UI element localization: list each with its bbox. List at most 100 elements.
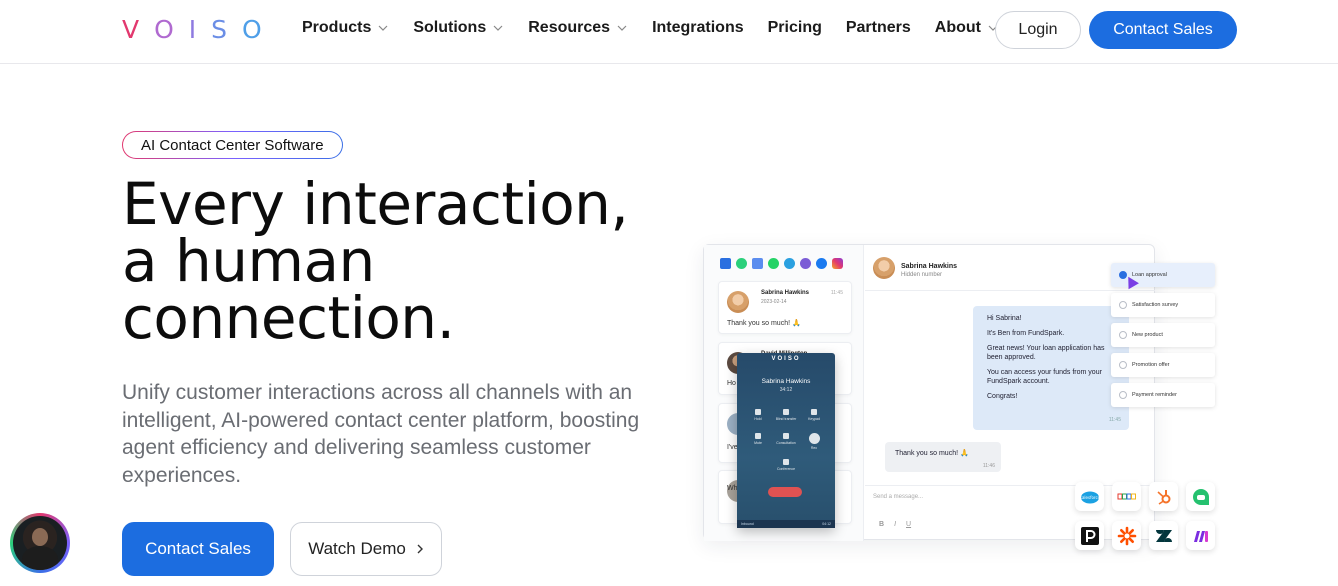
radio-icon <box>1119 391 1127 399</box>
incoming-message: Thank you so much! 🙏 11:46 <box>885 442 1001 472</box>
pipedrive-icon <box>1075 521 1104 550</box>
phone-button-label: Conference <box>776 467 796 471</box>
phone-button-label: Consultation <box>776 441 796 445</box>
bold-button[interactable]: B <box>879 521 884 528</box>
message-time: 11:46 <box>982 463 995 469</box>
phone-button-label: Blind transfer <box>775 417 797 421</box>
conversation-item[interactable]: Sabrina Hawkins 2023-02-14 11:45 Thank y… <box>718 281 852 334</box>
phone-button-label: Keypad <box>808 417 820 421</box>
message-preview: Ho <box>727 380 736 387</box>
logo-letter: I <box>188 15 197 44</box>
nav-item-partners[interactable]: Partners <box>846 19 911 37</box>
hero-subtitle: Unify customer interactions across all c… <box>122 381 640 487</box>
nav-item-solutions[interactable]: Solutions <box>413 19 504 37</box>
avatar <box>727 291 749 313</box>
keypad-icon <box>811 409 817 415</box>
chat-agent-avatar[interactable] <box>10 513 70 573</box>
softphone-footer: Inbound 04:12 <box>737 520 835 528</box>
nav-item-pricing[interactable]: Pricing <box>768 19 822 37</box>
salesforce-logo-text: salesforce <box>1080 495 1100 500</box>
record-icon <box>808 433 820 444</box>
zoho-logo <box>1117 493 1136 499</box>
agent-photo <box>13 516 67 570</box>
outgoing-message: Hi Sabrina! It's Ben from FundSpark. Gre… <box>973 306 1129 430</box>
contact-date: 2023-02-14 <box>761 299 787 305</box>
message-line: It's Ben from FundSpark. <box>987 330 1065 337</box>
login-button[interactable]: Login <box>995 11 1081 49</box>
hero-title-line: a human <box>122 227 375 295</box>
contact-name: Sabrina Hawkins <box>761 290 810 296</box>
salesforce-logo: salesforce <box>1080 491 1100 503</box>
zapier-icon <box>1112 521 1141 550</box>
format-toolbar: B I U <box>879 521 911 528</box>
call-direction: Inbound <box>741 522 754 526</box>
freshdesk-icon <box>1186 482 1215 511</box>
nav-item-label: Pricing <box>767 19 822 36</box>
chevron-right-icon <box>417 544 423 554</box>
conference-icon <box>783 459 789 465</box>
make-icon <box>1186 521 1215 550</box>
messenger-icon <box>816 258 827 269</box>
chat-contact-status: Hidden number <box>901 272 943 278</box>
underline-button[interactable]: U <box>906 521 911 528</box>
message-preview: Wh <box>727 485 738 492</box>
phone-button-label: Mute <box>754 441 762 445</box>
consultation-button[interactable]: Consultation <box>775 433 797 445</box>
record-button[interactable]: Rec <box>803 433 825 450</box>
channel-icons <box>720 258 843 269</box>
hold-button[interactable]: Hold <box>747 409 769 421</box>
option-label: Satisfaction survey <box>1132 302 1179 308</box>
nav-item-label: Products <box>302 19 372 36</box>
logo-letter: O <box>154 15 174 44</box>
softphone-widget: VOISO Sabrina Hawkins 34:12 Hold Blind t… <box>737 353 835 528</box>
nav-item-about[interactable]: About <box>935 19 999 37</box>
telegram-icon <box>784 258 795 269</box>
message-time: 11:45 <box>830 290 843 296</box>
italic-button[interactable]: I <box>894 521 896 528</box>
consultation-icon <box>783 433 789 439</box>
hang-up-button[interactable] <box>768 487 802 497</box>
top-navigation: V O I S O Products Solutions Resources I… <box>0 0 1338 64</box>
zoho-icon <box>1112 482 1141 511</box>
message-preview: Thank you so much! 🙏 <box>727 320 801 327</box>
hero-title-line: Every interaction, <box>122 170 629 238</box>
pause-icon <box>755 409 761 415</box>
chevron-down-icon <box>617 25 627 31</box>
logo-letter: S <box>211 15 228 44</box>
nav-item-label: Resources <box>528 19 611 36</box>
nav-item-products[interactable]: Products <box>302 19 389 37</box>
compose-placeholder: Send a message... <box>873 494 924 500</box>
option-label: Payment reminder <box>1132 392 1177 398</box>
message-line: You can access your funds from your Fund… <box>987 369 1102 385</box>
hero-title-line: connection. <box>122 284 455 352</box>
nav-item-label: Integrations <box>652 19 744 36</box>
template-option[interactable]: New product <box>1111 323 1215 347</box>
contact-sales-button[interactable]: Contact Sales <box>122 522 274 576</box>
nav-item-resources[interactable]: Resources <box>528 19 628 37</box>
watch-demo-button[interactable]: Watch Demo <box>290 522 442 576</box>
sms-icon <box>736 258 747 269</box>
conference-button[interactable]: Conference <box>775 459 797 471</box>
softphone-logo: VOISO <box>771 356 801 362</box>
phone-icon <box>720 258 731 269</box>
radio-icon <box>1119 331 1127 339</box>
voiso-logo[interactable]: V O I S O <box>122 15 262 44</box>
keypad-button[interactable]: Keypad <box>803 409 825 421</box>
template-option[interactable]: Payment reminder <box>1111 383 1215 407</box>
nav-menu: Products Solutions Resources Integration… <box>302 19 1023 37</box>
template-option[interactable]: Promotion offer <box>1111 353 1215 377</box>
whatsapp-icon <box>768 258 779 269</box>
mute-button[interactable]: Mute <box>747 433 769 445</box>
microphone-icon <box>755 433 761 439</box>
contact-sales-nav-button[interactable]: Contact Sales <box>1089 11 1237 49</box>
blind-transfer-button[interactable]: Blind transfer <box>775 409 797 421</box>
nav-item-integrations[interactable]: Integrations <box>652 19 744 37</box>
hubspot-icon <box>1149 482 1178 511</box>
template-option[interactable]: Satisfaction survey <box>1111 293 1215 317</box>
chevron-down-icon <box>378 25 388 31</box>
phone-button-label: Hold <box>754 417 762 421</box>
hero-badge: AI Contact Center Software <box>122 131 343 159</box>
logo-letter: O <box>242 15 262 44</box>
conversation-list: Sabrina Hawkins 2023-02-14 11:45 Thank y… <box>704 245 864 541</box>
nav-item-label: Partners <box>845 19 911 36</box>
